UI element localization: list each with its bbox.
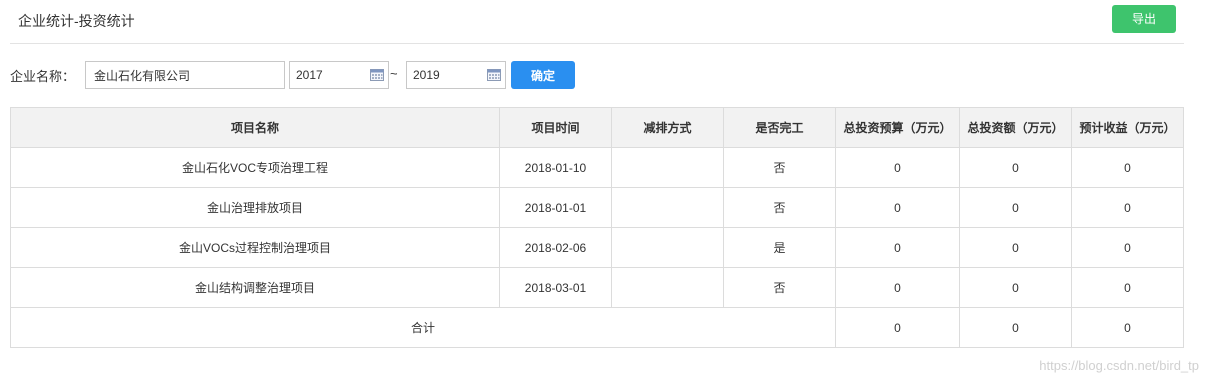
cell-project-date: 2018-01-01 [499, 187, 612, 228]
column-header-invested: 总投资额（万元） [959, 107, 1072, 148]
cell-revenue: 0 [1071, 267, 1184, 308]
table-row: 金山结构调整治理项目 2018-03-01 否 0 0 0 [10, 267, 1184, 308]
column-header-revenue: 预计收益（万元） [1071, 107, 1184, 148]
page-title: 企业统计-投资统计 [18, 13, 135, 29]
start-year-picker[interactable] [289, 61, 389, 89]
cell-budget: 0 [835, 227, 960, 268]
export-button[interactable]: 导出 [1112, 5, 1176, 33]
cell-project-name: 金山治理排放项目 [10, 187, 500, 228]
cell-budget: 0 [835, 147, 960, 188]
cell-reduction-method [611, 187, 724, 228]
total-budget: 0 [835, 307, 960, 348]
column-header-project-date: 项目时间 [499, 107, 612, 148]
cell-completed: 是 [723, 227, 836, 268]
cell-invested: 0 [959, 267, 1072, 308]
cell-invested: 0 [959, 187, 1072, 228]
cell-project-name: 金山VOCs过程控制治理项目 [10, 227, 500, 268]
filter-bar: 企业名称： ~ 确定 [10, 61, 710, 89]
end-year-input[interactable] [407, 62, 485, 88]
start-year-input[interactable] [290, 62, 368, 88]
table-row: 金山VOCs过程控制治理项目 2018-02-06 是 0 0 0 [10, 227, 1184, 268]
investment-table: 项目名称 项目时间 减排方式 是否完工 总投资预算（万元） 总投资额（万元） 预… [10, 107, 1184, 348]
calendar-icon[interactable] [370, 68, 384, 81]
column-header-budget: 总投资预算（万元） [835, 107, 960, 148]
cell-budget: 0 [835, 187, 960, 228]
date-range-separator: ~ [390, 66, 398, 81]
cell-invested: 0 [959, 227, 1072, 268]
company-name-label: 企业名称： [10, 69, 76, 84]
cell-project-date: 2018-01-10 [499, 147, 612, 188]
column-header-project-name: 项目名称 [10, 107, 500, 148]
cell-reduction-method [611, 267, 724, 308]
column-header-completed: 是否完工 [723, 107, 836, 148]
cell-revenue: 0 [1071, 187, 1184, 228]
column-header-reduction-method: 减排方式 [611, 107, 724, 148]
calendar-icon[interactable] [487, 68, 501, 81]
cell-budget: 0 [835, 267, 960, 308]
table-row: 金山治理排放项目 2018-01-01 否 0 0 0 [10, 187, 1184, 228]
total-row: 合计 0 0 0 [10, 307, 1184, 348]
cell-project-date: 2018-03-01 [499, 267, 612, 308]
end-year-picker[interactable] [406, 61, 506, 89]
cell-project-name: 金山石化VOC专项治理工程 [10, 147, 500, 188]
company-name-input[interactable] [85, 61, 285, 89]
cell-revenue: 0 [1071, 147, 1184, 188]
cell-invested: 0 [959, 147, 1072, 188]
table-row: 金山石化VOC专项治理工程 2018-01-10 否 0 0 0 [10, 147, 1184, 188]
table-header-row: 项目名称 项目时间 减排方式 是否完工 总投资预算（万元） 总投资额（万元） 预… [10, 107, 1184, 148]
cell-completed: 否 [723, 267, 836, 308]
cell-completed: 否 [723, 147, 836, 188]
cell-reduction-method [611, 147, 724, 188]
confirm-button[interactable]: 确定 [511, 61, 575, 89]
watermark: https://blog.csdn.net/bird_tp [1039, 358, 1199, 373]
total-invested: 0 [959, 307, 1072, 348]
cell-project-date: 2018-02-06 [499, 227, 612, 268]
cell-reduction-method [611, 227, 724, 268]
total-label: 合计 [10, 307, 836, 348]
cell-revenue: 0 [1071, 227, 1184, 268]
cell-completed: 否 [723, 187, 836, 228]
total-revenue: 0 [1071, 307, 1184, 348]
cell-project-name: 金山结构调整治理项目 [10, 267, 500, 308]
page-header: 企业统计-投资统计 导出 [10, 0, 1184, 44]
